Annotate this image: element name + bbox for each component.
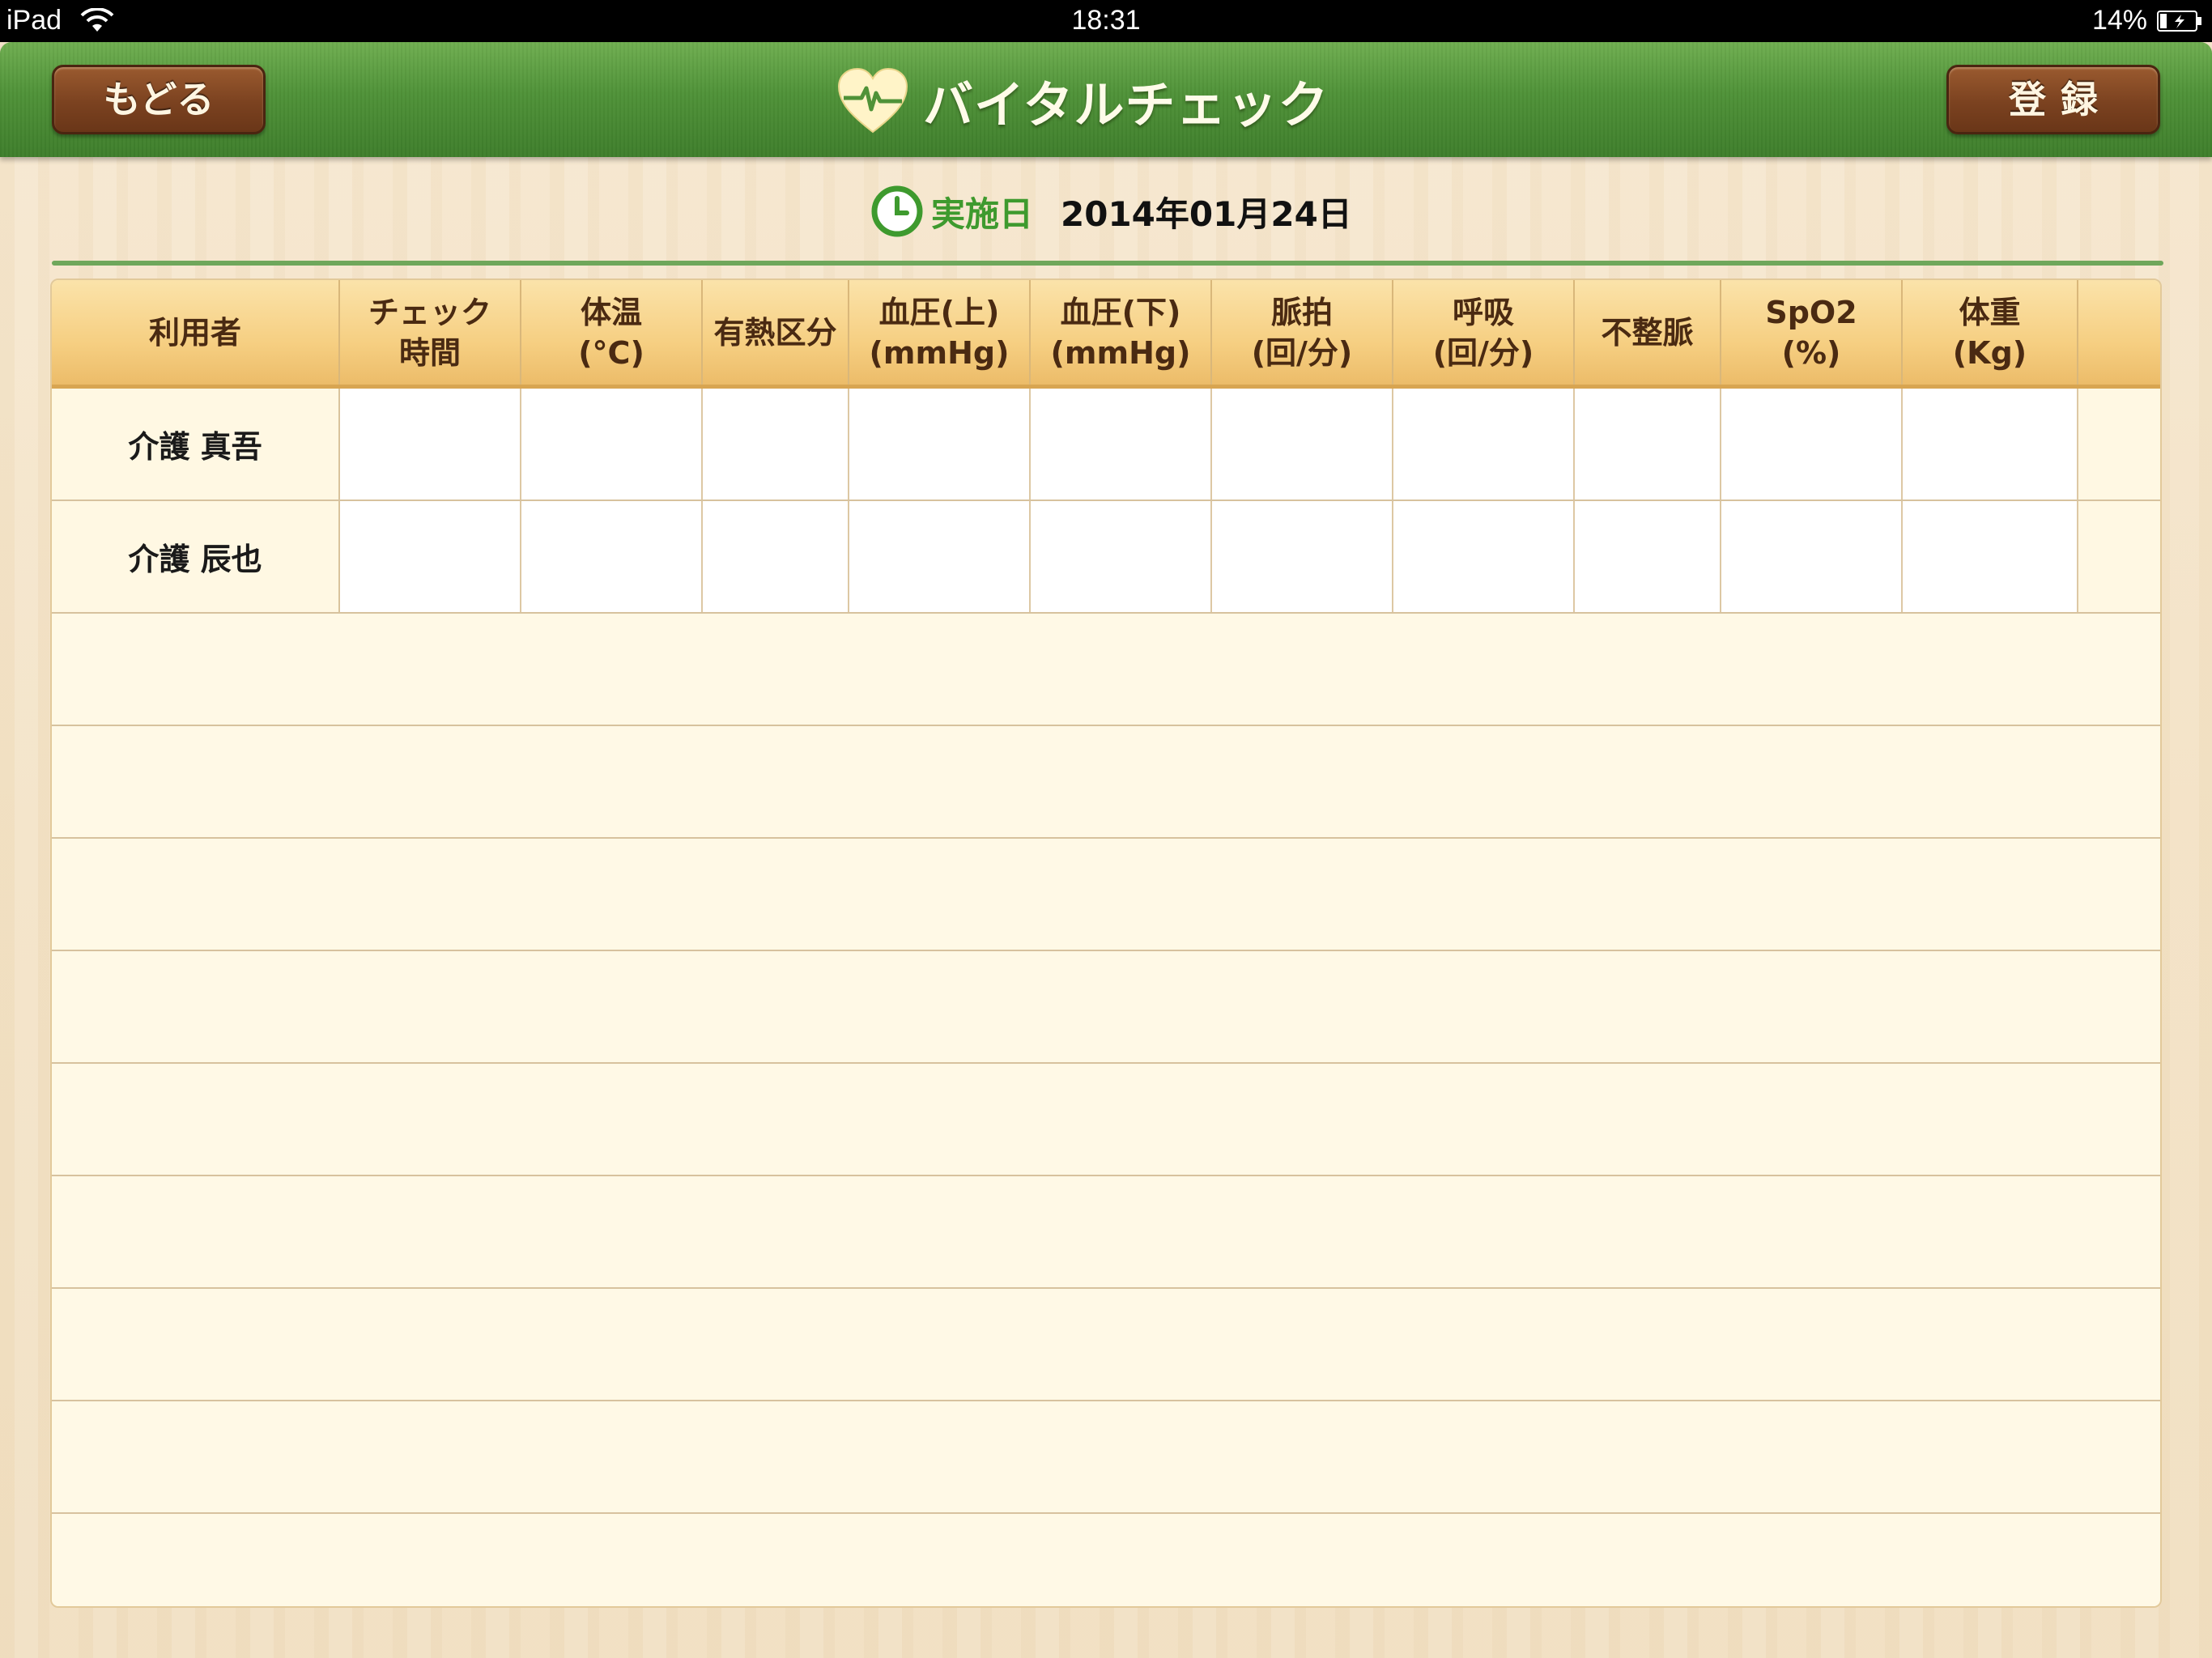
divider [52, 261, 2163, 266]
register-button[interactable]: 登録 [1946, 65, 2160, 134]
empty-row [52, 1064, 2160, 1176]
fever-cell[interactable] [703, 389, 849, 500]
status-bar: iPad 18:31 14% [0, 0, 2212, 42]
respiration-cell[interactable] [1393, 501, 1575, 612]
clock-icon [871, 185, 923, 237]
date-row: 実施日 2014年01月24日 [871, 183, 1352, 240]
spo2-cell[interactable] [1721, 501, 1903, 612]
empty-row [52, 951, 2160, 1064]
title-text: バイタルチェック [923, 75, 1329, 134]
pulse-cell[interactable] [1212, 501, 1393, 612]
empty-row [52, 614, 2160, 726]
battery-percent: 14% [2091, 5, 2147, 36]
vitals-table: 利用者 チェック 時間 体温 (°C) 有熱区分 血圧(上) (mmHg) 血圧… [50, 278, 2162, 1608]
spo2-cell[interactable] [1721, 389, 1903, 500]
table-header: 利用者 チェック 時間 体温 (°C) 有熱区分 血圧(上) (mmHg) 血圧… [52, 280, 2160, 389]
user-name[interactable]: 介護 辰也 [52, 501, 340, 612]
heart-pulse-icon [837, 67, 908, 134]
empty-row [52, 1514, 2160, 1606]
temperature-cell[interactable] [521, 501, 703, 612]
bp-upper-cell[interactable] [849, 389, 1031, 500]
clock-time: 18:31 [1071, 5, 1141, 36]
column-header-bp-lower: 血圧(下) (mmHg) [1031, 280, 1212, 385]
column-header-bp-upper: 血圧(上) (mmHg) [849, 280, 1031, 385]
battery-icon [2157, 11, 2201, 32]
bp-upper-cell[interactable] [849, 501, 1031, 612]
user-name[interactable]: 介護 真吾 [52, 389, 340, 500]
column-header-weight: 体重 (Kg) [1903, 280, 2078, 385]
column-header-user: 利用者 [52, 280, 340, 385]
page-title: バイタルチェック [836, 60, 1329, 141]
arrhythmia-cell[interactable] [1575, 389, 1721, 500]
table-row: 介護 辰也 [52, 501, 2160, 614]
temperature-cell[interactable] [521, 389, 703, 500]
weight-cell[interactable] [1903, 389, 2078, 500]
column-header-arrhythmia: 不整脈 [1575, 280, 1721, 385]
column-header-temperature: 体温 (°C) [521, 280, 703, 385]
column-header-pulse: 脈拍 (回/分) [1212, 280, 1393, 385]
respiration-cell[interactable] [1393, 389, 1575, 500]
empty-row [52, 1176, 2160, 1289]
column-header-spo2: SpO2 (%) [1721, 280, 1903, 385]
column-header-check-time: チェック 時間 [340, 280, 521, 385]
back-button[interactable]: もどる [52, 65, 266, 134]
column-header-respiration: 呼吸 (回/分) [1393, 280, 1575, 385]
bp-lower-cell[interactable] [1031, 389, 1212, 500]
column-header-fever: 有熱区分 [703, 280, 849, 385]
fever-cell[interactable] [703, 501, 849, 612]
date-value[interactable]: 2014年01月24日 [1061, 187, 1352, 236]
table-row: 介護 真吾 [52, 389, 2160, 501]
check-time-cell[interactable] [340, 389, 521, 500]
empty-row [52, 1289, 2160, 1401]
pulse-cell[interactable] [1212, 389, 1393, 500]
arrhythmia-cell[interactable] [1575, 501, 1721, 612]
navigation-bar: もどる バイタルチェック 登録 [0, 42, 2212, 157]
empty-row [52, 726, 2160, 839]
empty-row [52, 839, 2160, 951]
bp-lower-cell[interactable] [1031, 501, 1212, 612]
check-time-cell[interactable] [340, 501, 521, 612]
empty-row [52, 1401, 2160, 1514]
weight-cell[interactable] [1903, 501, 2078, 612]
date-label: 実施日 [931, 193, 1034, 234]
